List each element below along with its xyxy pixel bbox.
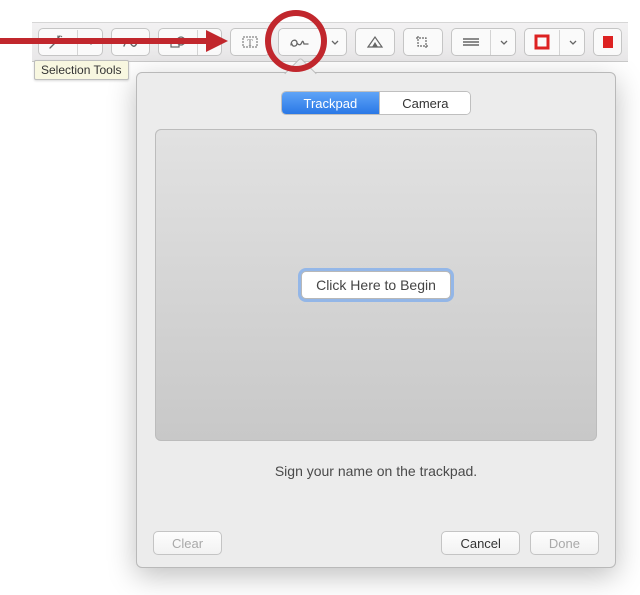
signature-canvas[interactable]: Click Here to Begin [155, 129, 597, 441]
shape-tool-group[interactable] [158, 28, 223, 56]
signature-source-tabs: Trackpad Camera [281, 91, 472, 115]
clear-button[interactable]: Clear [153, 531, 222, 555]
begin-button[interactable]: Click Here to Begin [301, 271, 451, 299]
chevron-down-icon[interactable] [490, 30, 516, 56]
border-color-group[interactable] [524, 28, 585, 56]
crop-icon[interactable] [403, 28, 443, 56]
chevron-down-icon[interactable] [559, 30, 585, 56]
chevron-down-icon[interactable] [197, 30, 223, 56]
draw-tool-group[interactable] [111, 28, 150, 56]
chevron-down-icon[interactable] [321, 30, 347, 56]
selection-wand-icon[interactable] [39, 29, 77, 55]
text-icon[interactable]: T [230, 28, 270, 56]
chevron-down-icon[interactable] [77, 30, 103, 56]
line-style-icon[interactable] [452, 29, 490, 55]
cancel-button[interactable]: Cancel [441, 531, 519, 555]
sign-tool-group[interactable] [278, 28, 347, 56]
signature-popover: Trackpad Camera Click Here to Begin Sign… [136, 72, 616, 568]
shapes-icon[interactable] [159, 29, 197, 55]
border-color-icon[interactable] [525, 29, 559, 55]
done-button[interactable]: Done [530, 531, 599, 555]
svg-text:T: T [248, 38, 254, 48]
segmented-control-wrap: Trackpad Camera [137, 73, 615, 129]
signature-hint: Sign your name on the trackpad. [137, 441, 615, 497]
adjust-color-icon[interactable] [355, 28, 395, 56]
fill-color-icon[interactable] [594, 29, 622, 55]
draw-icon[interactable] [112, 29, 150, 55]
markup-toolbar: T [32, 22, 628, 62]
selection-tool-group[interactable] [38, 28, 103, 56]
popover-footer: Clear Cancel Done [137, 531, 615, 555]
sign-icon[interactable] [279, 29, 321, 55]
tooltip-text: Selection Tools [41, 63, 122, 77]
fill-color-group[interactable] [593, 28, 622, 56]
tab-camera[interactable]: Camera [379, 92, 470, 114]
line-style-group[interactable] [451, 28, 516, 56]
tooltip-selection-tools: Selection Tools [34, 60, 129, 80]
tab-trackpad[interactable]: Trackpad [282, 92, 380, 114]
